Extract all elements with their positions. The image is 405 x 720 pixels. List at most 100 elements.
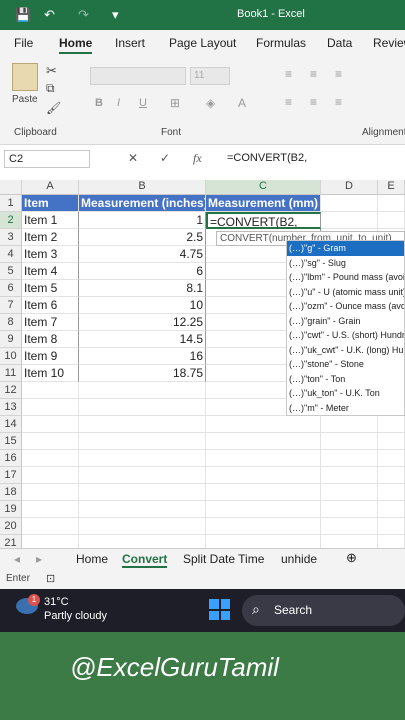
autocomplete-item[interactable]: (…)"ozm" - Ounce mass (avoirdupois) — [287, 299, 404, 314]
grid-cell[interactable]: Item 3 — [22, 246, 79, 263]
row-header[interactable]: 10 — [0, 348, 22, 365]
align-center-icon[interactable]: ≡ — [310, 95, 317, 109]
align-left-icon[interactable]: ≡ — [285, 95, 292, 109]
grid-cell[interactable] — [22, 484, 79, 501]
grid-cell[interactable] — [79, 467, 206, 484]
grid-cell[interactable] — [79, 450, 206, 467]
grid-cell[interactable] — [321, 518, 378, 535]
grid-cell[interactable] — [22, 416, 79, 433]
cancel-icon[interactable]: ✕ — [128, 151, 138, 165]
unit-autocomplete-list[interactable]: (…)"g" - Gram (…)"sg" - Slug (…)"lbm" - Po… — [286, 240, 405, 416]
row-header[interactable]: 13 — [0, 399, 22, 416]
add-sheet-icon[interactable]: ⊕ — [346, 550, 357, 566]
grid-cell[interactable] — [79, 382, 206, 399]
sheet-tab-unhide[interactable]: unhide — [281, 552, 317, 566]
grid-cell[interactable] — [321, 195, 378, 212]
row-header[interactable]: 9 — [0, 331, 22, 348]
row-header[interactable]: 11 — [0, 365, 22, 382]
grid-cell[interactable]: 2.5 — [79, 229, 206, 246]
grid-cell[interactable]: 4.75 — [79, 246, 206, 263]
grid-cell[interactable] — [321, 416, 378, 433]
align-right-icon[interactable]: ≡ — [335, 95, 342, 109]
grid-cell[interactable] — [321, 450, 378, 467]
grid-cell[interactable]: Item 5 — [22, 280, 79, 297]
grid-cell[interactable] — [378, 416, 405, 433]
column-header-d[interactable]: D — [321, 180, 378, 195]
grid-cell[interactable] — [378, 484, 405, 501]
tab-data[interactable]: Data — [327, 36, 352, 50]
format-painter-icon[interactable]: 🖌 — [46, 101, 61, 115]
row-header[interactable]: 16 — [0, 450, 22, 467]
grid-cell[interactable]: 16 — [79, 348, 206, 365]
row-header[interactable]: 8 — [0, 314, 22, 331]
grid-cell[interactable]: Measurement (mm) — [206, 195, 321, 212]
grid-cell[interactable] — [378, 450, 405, 467]
row-header[interactable]: 5 — [0, 263, 22, 280]
tab-file[interactable]: File — [14, 36, 33, 50]
tab-formulas[interactable]: Formulas — [256, 36, 306, 50]
redo-icon[interactable]: ↷ — [78, 7, 89, 23]
row-header[interactable]: 4 — [0, 246, 22, 263]
font-color-icon[interactable]: A — [238, 96, 246, 110]
name-box[interactable]: C2 — [4, 150, 90, 168]
grid-cell[interactable] — [378, 212, 405, 229]
grid-cell[interactable] — [79, 484, 206, 501]
row-header[interactable]: 19 — [0, 501, 22, 518]
underline-icon[interactable]: U — [139, 97, 147, 109]
grid-cell[interactable]: Item 8 — [22, 331, 79, 348]
grid-cell[interactable] — [79, 518, 206, 535]
row-header[interactable]: 20 — [0, 518, 22, 535]
row-header[interactable]: 7 — [0, 297, 22, 314]
autocomplete-item[interactable]: (…)"uk_cwt" - U.K. (long) Hundredweight — [287, 343, 404, 358]
grid-cell[interactable] — [321, 212, 378, 229]
grid-cell[interactable]: Item 6 — [22, 297, 79, 314]
autocomplete-item[interactable]: (…)"stone" - Stone — [287, 357, 404, 372]
grid-cell[interactable]: 18.75 — [79, 365, 206, 382]
row-header[interactable]: 14 — [0, 416, 22, 433]
copy-icon[interactable]: ⧉ — [46, 81, 55, 96]
grid-cell[interactable] — [22, 518, 79, 535]
column-header-a[interactable]: A — [22, 180, 79, 195]
insert-function-icon[interactable]: fx — [193, 151, 202, 166]
grid-cell[interactable] — [206, 450, 321, 467]
sheet-tab-home[interactable]: Home — [76, 552, 108, 566]
undo-icon[interactable]: ↶ — [44, 7, 55, 23]
grid-cell[interactable]: Item 1 — [22, 212, 79, 229]
font-name-select[interactable] — [90, 67, 186, 85]
grid-cell[interactable] — [378, 467, 405, 484]
active-cell[interactable]: =CONVERT(B2, — [206, 212, 321, 229]
grid-cell[interactable] — [22, 467, 79, 484]
italic-icon[interactable]: I — [117, 97, 120, 109]
prev-sheet-icon[interactable]: ◂ — [14, 552, 20, 566]
borders-icon[interactable]: ⊞ — [170, 96, 180, 110]
grid-cell[interactable] — [206, 467, 321, 484]
grid-cell[interactable] — [206, 501, 321, 518]
grid-cell[interactable]: Item 2 — [22, 229, 79, 246]
grid-cell[interactable] — [378, 433, 405, 450]
grid-cell[interactable] — [22, 450, 79, 467]
next-sheet-icon[interactable]: ▸ — [36, 552, 42, 566]
autocomplete-item[interactable]: (…)"ton" - Ton — [287, 372, 404, 387]
autocomplete-item[interactable]: (…)"cwt" - U.S. (short) Hundredweight — [287, 328, 404, 343]
tab-page-layout[interactable]: Page Layout — [169, 36, 236, 50]
align-top-icon[interactable]: ≡ — [285, 67, 292, 81]
grid-cell[interactable] — [378, 518, 405, 535]
grid-cell[interactable] — [206, 484, 321, 501]
column-header-b[interactable]: B — [79, 180, 206, 195]
grid-cell[interactable]: Measurement (inches) — [79, 195, 206, 212]
grid-cell[interactable]: Item 9 — [22, 348, 79, 365]
autocomplete-item[interactable]: (…)"grain" - Grain — [287, 314, 404, 329]
grid-cell[interactable]: Item 4 — [22, 263, 79, 280]
grid-cell[interactable]: Item — [22, 195, 79, 212]
windows-start-icon[interactable] — [209, 599, 230, 620]
customize-qa-icon[interactable]: ▾ — [112, 7, 119, 23]
grid-cell[interactable] — [22, 501, 79, 518]
grid-cell[interactable] — [206, 433, 321, 450]
grid-cell[interactable] — [378, 195, 405, 212]
grid-cell[interactable] — [79, 399, 206, 416]
taskbar-search[interactable]: ⌕ Search — [242, 595, 405, 626]
row-header[interactable]: 17 — [0, 467, 22, 484]
paste-icon[interactable] — [12, 63, 38, 91]
grid-cell[interactable] — [79, 433, 206, 450]
bold-icon[interactable]: B — [95, 97, 103, 109]
